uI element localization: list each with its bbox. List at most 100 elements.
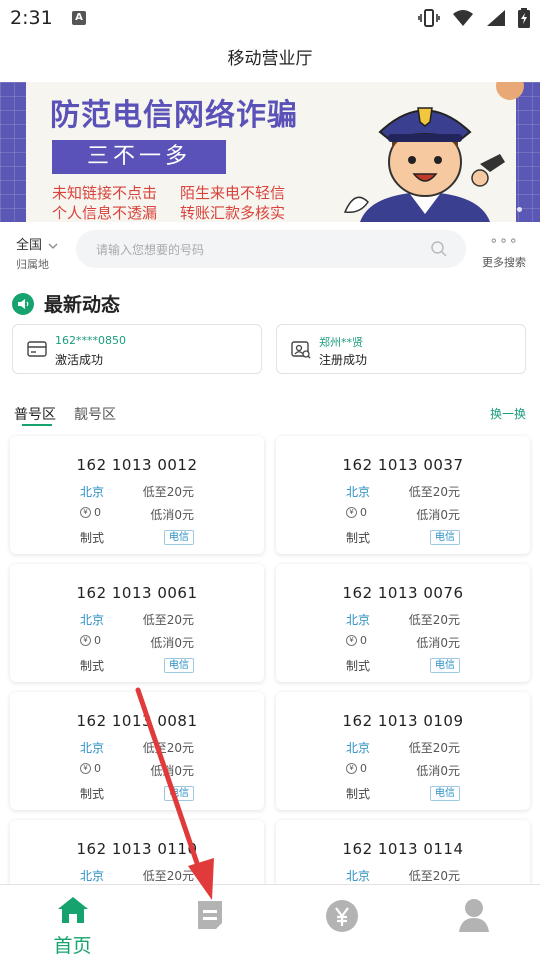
nav-profile[interactable] bbox=[406, 885, 540, 960]
status-time: 2:31 bbox=[10, 7, 53, 29]
news-title: 最新动态 bbox=[44, 294, 121, 316]
number-card[interactable]: 162 1013 0012 北京 低至20元 ¥0 低消0元 制式 电信 bbox=[10, 436, 264, 554]
banner-subtitle: 三不一多 bbox=[52, 140, 226, 174]
number-price: 低至20元 bbox=[408, 485, 460, 499]
yen-circle-icon: ¥ bbox=[80, 507, 91, 518]
fee-value: 0 bbox=[360, 762, 367, 775]
search-input[interactable]: 请输入您想要的号码 bbox=[76, 230, 466, 268]
banner-page-dot bbox=[517, 207, 522, 212]
banner-line-1: 未知链接不点击 bbox=[52, 184, 158, 202]
fee-value: 0 bbox=[360, 634, 367, 647]
number-fee: ¥0 bbox=[80, 762, 101, 775]
search-icon[interactable] bbox=[430, 240, 448, 258]
nav-finance[interactable] bbox=[274, 885, 409, 960]
battery-icon bbox=[518, 8, 530, 28]
phone-number: 162 1013 0114 bbox=[342, 840, 464, 858]
card-icon bbox=[27, 341, 47, 357]
number-fee: ¥0 bbox=[80, 634, 101, 647]
region-sub-label: 归属地 bbox=[16, 258, 49, 271]
carrier-tag: 电信 bbox=[430, 786, 460, 801]
carrier-tag: 电信 bbox=[164, 786, 194, 801]
number-price: 低至20元 bbox=[408, 869, 460, 883]
news-card-2-top: 郑州**贤 bbox=[319, 336, 363, 349]
refresh-button[interactable]: 换一换 bbox=[490, 405, 526, 422]
header: 移动营业厅 bbox=[0, 38, 540, 80]
banner-headline: 防范电信网络诈骗 bbox=[50, 98, 298, 133]
number-system-label: 制式 bbox=[80, 659, 105, 673]
chevron-down-icon bbox=[48, 243, 58, 249]
number-min-spend: 低消0元 bbox=[150, 636, 194, 650]
tab-regular-numbers[interactable]: 普号区 bbox=[14, 404, 56, 424]
tab-active-indicator bbox=[22, 424, 52, 426]
number-fee: ¥0 bbox=[80, 506, 101, 519]
number-card[interactable]: 162 1013 0081 北京 低至20元 ¥0 低消0元 制式 电信 bbox=[10, 692, 264, 810]
police-cartoon-icon bbox=[343, 107, 505, 222]
more-search-button[interactable]: ∘∘∘ 更多搜索 bbox=[480, 234, 528, 270]
signal-icon bbox=[487, 10, 505, 26]
number-price: 低至20元 bbox=[408, 741, 460, 755]
number-city: 北京 bbox=[80, 485, 105, 499]
number-system-label: 制式 bbox=[346, 531, 371, 545]
number-min-spend: 低消0元 bbox=[150, 508, 194, 522]
promo-banner[interactable]: 防范电信网络诈骗 三不一多 未知链接不点击 陌生来电不轻信 个人信息不透漏 转账… bbox=[0, 82, 540, 222]
phone-number: 162 1013 0061 bbox=[76, 584, 198, 602]
number-card[interactable]: 162 1013 0037 北京 低至20元 ¥0 低消0元 制式 电信 bbox=[276, 436, 530, 554]
phone-number: 162 1013 0109 bbox=[342, 712, 464, 730]
fee-value: 0 bbox=[94, 506, 101, 519]
news-card-2[interactable]: 郑州**贤 注册成功 bbox=[276, 324, 526, 374]
speaker-icon bbox=[12, 292, 34, 315]
user-register-icon bbox=[291, 341, 311, 359]
phone-number: 162 1013 0110 bbox=[76, 840, 198, 858]
number-card[interactable]: 162 1013 0076 北京 低至20元 ¥0 低消0元 制式 电信 bbox=[276, 564, 530, 682]
news-header: 最新动态 bbox=[12, 290, 120, 317]
notification-a-icon: A bbox=[72, 11, 86, 25]
yen-circle-icon: ¥ bbox=[80, 635, 91, 646]
number-city: 北京 bbox=[346, 613, 371, 627]
fee-value: 0 bbox=[94, 634, 101, 647]
status-icons bbox=[418, 8, 530, 28]
number-fee: ¥0 bbox=[346, 762, 367, 775]
more-search-label: 更多搜索 bbox=[482, 256, 526, 269]
news-card-1[interactable]: 162****0850 激活成功 bbox=[12, 324, 262, 374]
page-title: 移动营业厅 bbox=[227, 49, 313, 69]
bottom-nav: 首页 bbox=[0, 884, 540, 960]
number-price: 低至20元 bbox=[142, 485, 194, 499]
yen-icon bbox=[325, 900, 358, 932]
number-system-label: 制式 bbox=[346, 787, 371, 801]
news-card-1-top: 162****0850 bbox=[55, 334, 126, 347]
number-city: 北京 bbox=[346, 485, 371, 499]
number-system-label: 制式 bbox=[80, 531, 105, 545]
orders-icon bbox=[197, 901, 222, 929]
number-city: 北京 bbox=[80, 741, 105, 755]
number-min-spend: 低消0元 bbox=[416, 508, 460, 522]
number-price: 低至20元 bbox=[142, 869, 194, 883]
status-bar: 2:31 A bbox=[0, 0, 540, 38]
number-card[interactable]: 162 1013 0061 北京 低至20元 ¥0 低消0元 制式 电信 bbox=[10, 564, 264, 682]
number-min-spend: 低消0元 bbox=[416, 636, 460, 650]
phone-number: 162 1013 0012 bbox=[76, 456, 198, 474]
number-min-spend: 低消0元 bbox=[416, 764, 460, 778]
number-city: 北京 bbox=[80, 613, 105, 627]
tab-premium-numbers[interactable]: 靓号区 bbox=[74, 404, 116, 424]
carrier-tag: 电信 bbox=[164, 530, 194, 545]
home-icon bbox=[57, 897, 88, 923]
carrier-tag: 电信 bbox=[164, 658, 194, 673]
region-label: 全国 bbox=[16, 238, 43, 253]
number-price: 低至20元 bbox=[408, 613, 460, 627]
yen-circle-icon: ¥ bbox=[346, 635, 357, 646]
nav-home-label: 首页 bbox=[53, 935, 92, 957]
banner-line-4: 转账汇款多核实 bbox=[180, 204, 286, 222]
number-system-label: 制式 bbox=[346, 659, 371, 673]
phone-number: 162 1013 0037 bbox=[342, 456, 464, 474]
nav-home[interactable]: 首页 bbox=[5, 885, 140, 960]
yen-circle-icon: ¥ bbox=[80, 763, 91, 774]
number-price: 低至20元 bbox=[142, 741, 194, 755]
number-city: 北京 bbox=[346, 869, 371, 883]
number-card[interactable]: 162 1013 0109 北京 低至20元 ¥0 低消0元 制式 电信 bbox=[276, 692, 530, 810]
region-selector[interactable]: 全国 归属地 bbox=[16, 234, 58, 272]
search-placeholder: 请输入您想要的号码 bbox=[96, 243, 205, 257]
number-price: 低至20元 bbox=[142, 613, 194, 627]
nav-orders[interactable] bbox=[142, 885, 277, 960]
number-city: 北京 bbox=[80, 869, 105, 883]
news-card-2-bottom: 注册成功 bbox=[319, 353, 368, 367]
